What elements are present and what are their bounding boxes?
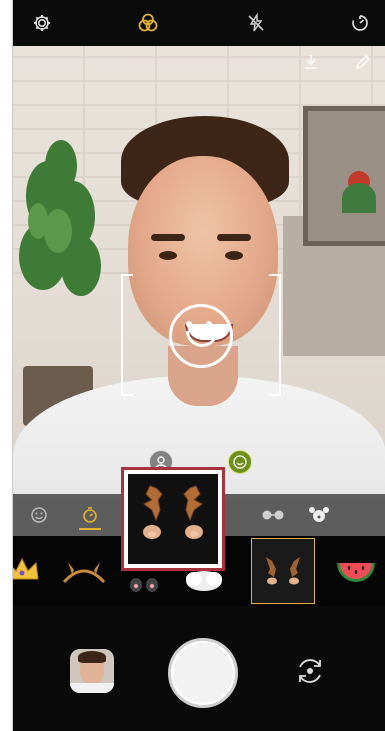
active-tab-indicator [79,528,101,530]
person-brow-right [217,234,251,241]
settings-icon[interactable] [29,10,55,36]
headband-sticker[interactable] [53,538,115,602]
top-bar [13,0,385,46]
face-sticker-tab[interactable] [17,494,61,536]
watermelon-sticker[interactable] [325,538,385,602]
switch-camera-icon[interactable] [293,654,327,688]
viewfinder[interactable] [13,46,385,536]
animal-sticker-tab[interactable] [297,494,341,536]
glasses-sticker-tab[interactable] [251,494,295,536]
edit-icon[interactable] [353,52,373,72]
crown-sticker[interactable] [13,538,53,602]
smiley-face-icon [169,304,233,368]
face-bracket-left [121,274,133,396]
timer-icon[interactable] [347,10,373,36]
selected-sticker-highlight [121,467,225,571]
deer-antlers-preview [128,474,218,564]
deer-antlers-sticker[interactable] [251,538,315,604]
filter-icon[interactable] [135,10,161,36]
flash-off-icon[interactable] [243,10,269,36]
gallery-thumbnail[interactable] [70,649,114,693]
download-icon[interactable] [301,52,321,72]
person-eye-left [159,251,177,260]
camera-app [12,0,385,731]
shutter-button[interactable] [168,638,238,708]
face-bracket-right [269,274,281,396]
plant-background [19,140,101,296]
smile-mode-icon[interactable] [228,450,252,474]
person-eye-right [225,251,243,260]
bottom-bar [13,606,385,731]
picture-frame [303,106,385,246]
person-brow-left [151,234,185,241]
